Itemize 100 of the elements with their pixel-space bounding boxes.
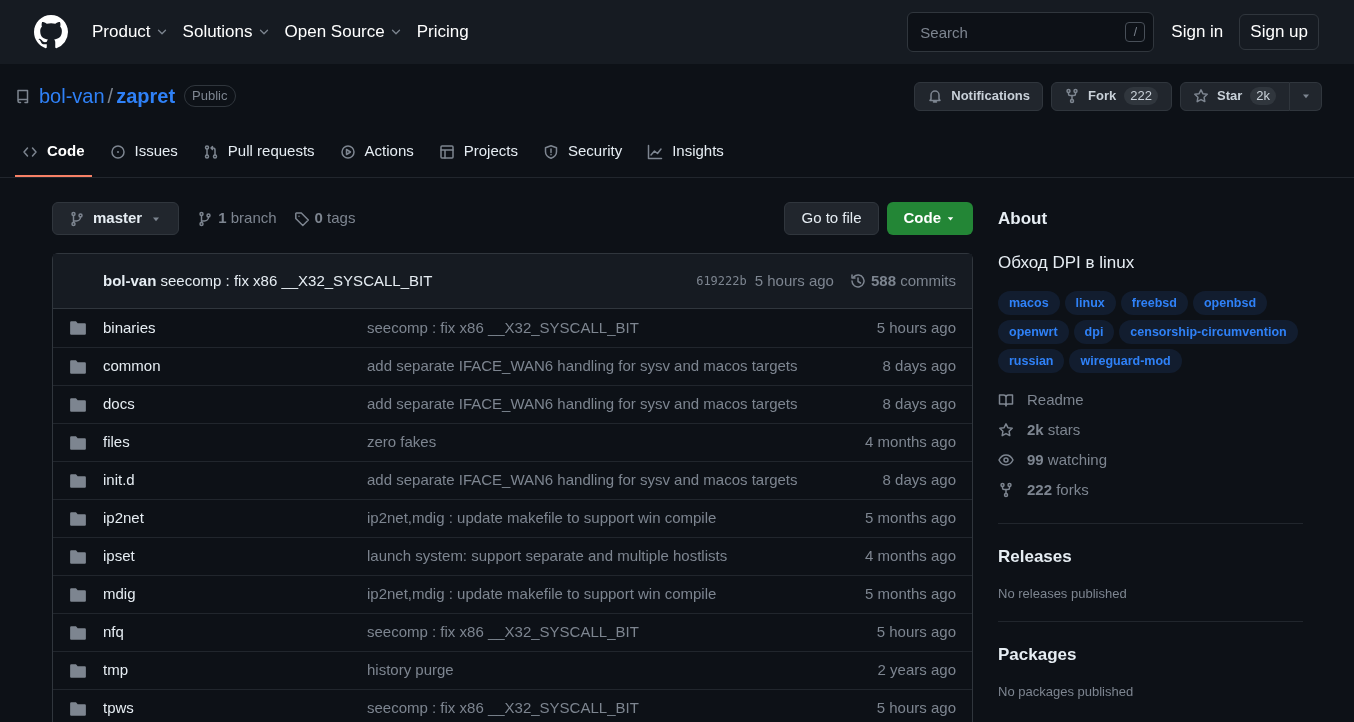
branches-link[interactable]: 1 branch xyxy=(197,207,277,230)
go-to-file-button[interactable]: Go to file xyxy=(784,202,879,235)
octocat-logo-icon[interactable] xyxy=(34,15,68,49)
topic-tag[interactable]: openwrt xyxy=(998,320,1069,344)
topic-tag[interactable]: linux xyxy=(1064,291,1116,315)
tag-icon xyxy=(293,210,310,227)
directory-link[interactable]: files xyxy=(103,431,367,454)
repo-stat-link[interactable]: Readme xyxy=(998,385,1303,415)
commit-time: 5 hours ago xyxy=(754,270,834,291)
commit-message-link[interactable]: zero fakes xyxy=(367,431,866,454)
commit-time: 8 days ago xyxy=(882,470,956,491)
repo-tab[interactable]: Actions xyxy=(332,128,421,177)
directory-link[interactable]: ipset xyxy=(103,545,367,568)
commit-message-link[interactable]: add separate IFACE_WAN6 handling for sysv and macos targets xyxy=(367,469,883,492)
commit-message-link[interactable]: seecomp : fix x86 __X32_SYSCALL_BIT xyxy=(367,621,877,644)
repo-stat-link[interactable]: 2k stars xyxy=(998,415,1303,445)
folder-icon xyxy=(69,661,87,680)
commit-time: 8 days ago xyxy=(882,394,956,415)
topic-tag[interactable]: censorship-circumvention xyxy=(1119,320,1298,344)
folder-icon xyxy=(69,319,87,337)
keyboard-shortcut-hint: / xyxy=(1125,22,1146,42)
commit-message-link[interactable]: ip2net,mdig : update makefile to support win compile xyxy=(367,583,866,606)
directory-link[interactable]: common xyxy=(103,355,367,378)
topic-tag[interactable]: openbsd xyxy=(1192,291,1268,315)
code-button[interactable]: Code xyxy=(886,202,973,235)
tags-link[interactable]: 0 tags xyxy=(293,207,356,230)
folder-icon xyxy=(69,585,87,604)
commit-time: 8 days ago xyxy=(882,356,956,377)
table-icon xyxy=(438,143,455,160)
commit-time: 5 months ago xyxy=(865,508,956,529)
repo-tab[interactable]: Projects xyxy=(431,128,525,177)
topic-tag[interactable]: wireguard-mod xyxy=(1069,349,1182,373)
directory-link[interactable]: mdig xyxy=(103,583,367,606)
repo-stat-link[interactable]: 222 forks xyxy=(998,475,1303,505)
sign-in-link[interactable]: Sign in xyxy=(1171,19,1224,45)
star-list-dropdown-button[interactable] xyxy=(1290,81,1322,111)
circle-dot-icon xyxy=(109,143,126,160)
commit-message-link[interactable]: add separate IFACE_WAN6 handling for sysv and macos targets xyxy=(367,355,883,378)
directory-link[interactable]: docs xyxy=(103,393,367,416)
star-button[interactable]: Star 2k xyxy=(1180,81,1290,111)
notifications-button[interactable]: Notifications xyxy=(914,81,1043,111)
repo-tab[interactable]: Security xyxy=(535,128,630,177)
eye-icon xyxy=(998,452,1014,468)
folder-icon xyxy=(69,471,87,490)
commit-message-link[interactable]: launch system: support separate and multiple hostlists xyxy=(367,545,866,568)
directory-link[interactable]: binaries xyxy=(103,316,367,340)
commit-message-link[interactable]: add separate IFACE_WAN6 handling for sysv and macos targets xyxy=(367,393,883,416)
history-icon xyxy=(849,273,866,289)
fork-button[interactable]: Fork 222 xyxy=(1051,81,1172,111)
directory-link[interactable]: tmp xyxy=(103,659,367,682)
directory-link[interactable]: init.d xyxy=(103,469,367,492)
topic-tag[interactable]: russian xyxy=(998,349,1065,373)
commit-time: 5 hours ago xyxy=(876,698,956,719)
section-heading: Releases xyxy=(998,546,1073,568)
commit-message-link[interactable]: ip2net,mdig : update makefile to support win compile xyxy=(367,507,866,530)
bell-icon xyxy=(927,88,944,104)
folder-icon xyxy=(69,547,87,566)
pull-request-icon xyxy=(202,143,219,160)
commit-message-link[interactable]: seecomp : fix x86 __X32_SYSCALL_BIT xyxy=(367,316,877,340)
star-icon xyxy=(1193,88,1209,104)
folder-icon xyxy=(69,699,87,718)
commits-link[interactable]: 588 commits xyxy=(849,269,956,293)
directory-link[interactable]: nfq xyxy=(103,621,367,644)
commit-message-link[interactable]: history purge xyxy=(367,659,878,682)
topic-tag[interactable]: freebsd xyxy=(1120,291,1188,315)
path-separator: / xyxy=(107,84,114,109)
repo-owner-link[interactable]: bol-van xyxy=(39,81,105,111)
book-icon xyxy=(998,392,1014,408)
commit-message-link[interactable]: seecomp : fix x86 __X32_SYSCALL_BIT xyxy=(367,697,877,720)
topic-tag[interactable]: macos xyxy=(998,291,1060,315)
fork-count: 222 xyxy=(1124,87,1158,105)
nav-menu[interactable]: Pricing xyxy=(416,19,469,45)
directory-link[interactable]: tpws xyxy=(103,697,367,720)
commit-time: 5 hours ago xyxy=(876,317,956,338)
graph-icon xyxy=(647,143,664,160)
repo-tab[interactable]: Pull requests xyxy=(195,128,322,177)
commit-time: 5 hours ago xyxy=(876,622,956,643)
repo-tab[interactable]: Code xyxy=(15,128,92,177)
folder-icon xyxy=(69,357,87,376)
repo-tab[interactable]: Insights xyxy=(640,128,731,177)
folder-icon xyxy=(69,623,87,642)
repo-icon xyxy=(15,88,31,104)
commit-hash-link[interactable]: 619222b xyxy=(696,272,747,290)
branch-selector[interactable]: master xyxy=(52,202,180,235)
directory-link[interactable]: ip2net xyxy=(103,507,367,530)
sign-up-button[interactable]: Sign up xyxy=(1239,14,1319,50)
empty-state-text: No packages published xyxy=(998,682,1135,701)
shield-icon xyxy=(542,143,559,160)
topic-tag[interactable]: dpi xyxy=(1073,320,1115,344)
nav-menu[interactable]: Solutions xyxy=(182,19,271,45)
star-count: 2k xyxy=(1250,87,1277,105)
nav-menu[interactable]: Product xyxy=(92,19,169,45)
repo-tab[interactable]: Issues xyxy=(102,128,185,177)
repo-name-link[interactable]: zapret xyxy=(116,81,176,111)
commit-message: bol-van seecomp : fix x86 __X32_SYSCALL_BIT xyxy=(103,270,433,291)
nav-menu[interactable]: Open Source xyxy=(284,19,403,45)
branch-icon xyxy=(197,210,214,227)
repo-stat-link[interactable]: 99 watching xyxy=(998,445,1303,475)
commit-time: 5 months ago xyxy=(865,584,956,605)
fork-icon xyxy=(998,482,1014,498)
